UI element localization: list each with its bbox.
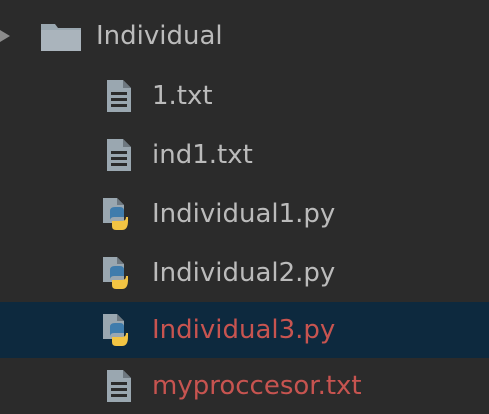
python-file-icon: [100, 313, 130, 347]
tree-file-item[interactable]: myproccesor.txt: [0, 358, 489, 414]
folder-icon: [40, 20, 82, 52]
tree-file-item-selected[interactable]: Individual3.py: [0, 302, 489, 358]
tree-file-item[interactable]: Individual1.py: [0, 186, 489, 242]
text-file-icon: [104, 369, 134, 403]
tree-file-item[interactable]: 1.txt: [0, 68, 489, 124]
python-file-icon: [100, 197, 130, 231]
file-label: Individual3.py: [152, 315, 336, 345]
file-label: Individual1.py: [152, 199, 336, 229]
tree-folder-individual[interactable]: Individual: [0, 8, 489, 64]
file-label: ind1.txt: [152, 140, 253, 170]
chevron-down-icon[interactable]: [0, 26, 12, 46]
tree-file-item[interactable]: Individual2.py: [0, 245, 489, 301]
file-label: 1.txt: [152, 81, 213, 111]
file-label: Individual2.py: [152, 258, 336, 288]
text-file-icon: [104, 138, 134, 172]
project-tree: Individual 1.txt ind1.txt Individual1.py…: [0, 0, 489, 414]
tree-file-item[interactable]: ind1.txt: [0, 127, 489, 183]
text-file-icon: [104, 79, 134, 113]
folder-label: Individual: [96, 21, 223, 51]
file-label: myproccesor.txt: [152, 371, 362, 401]
python-file-icon: [100, 256, 130, 290]
